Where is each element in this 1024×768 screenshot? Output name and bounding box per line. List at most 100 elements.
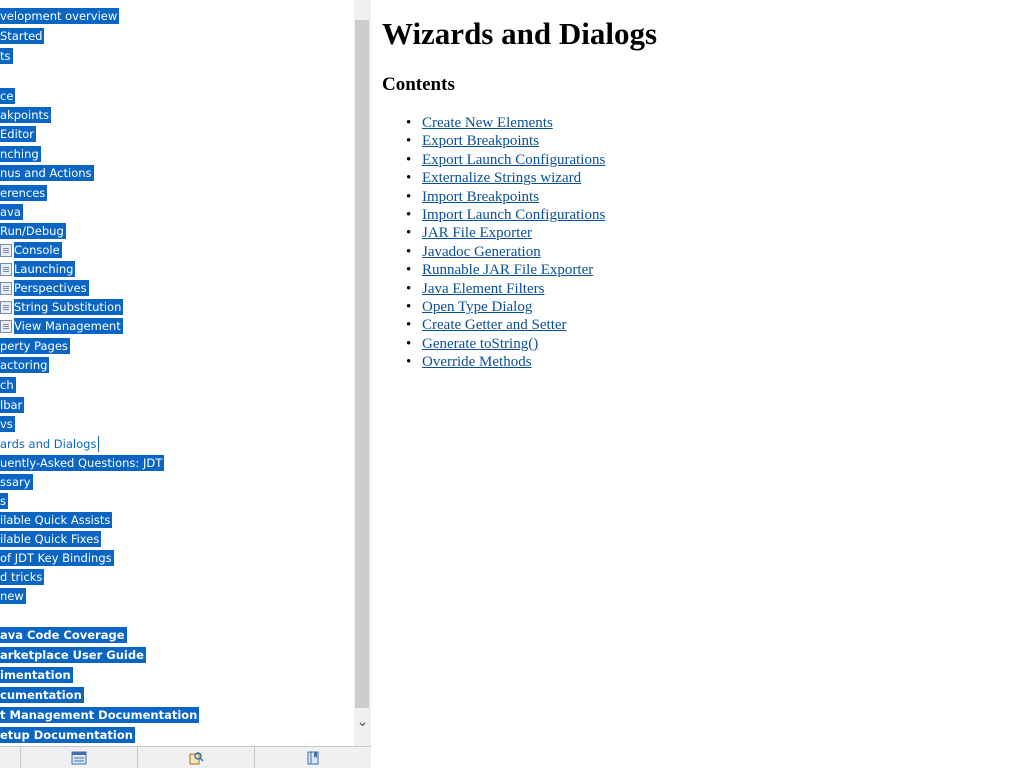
contents-link-list: Create New Elements Export Breakpoints Exp… <box>382 114 605 371</box>
nav-tree-item[interactable]: ts <box>0 48 13 64</box>
contents-list-item: Runnable JAR File Exporter <box>382 261 605 279</box>
topic-page-icon <box>0 300 12 314</box>
nav-tree-item-label: nching <box>0 146 41 162</box>
nav-tree-item[interactable]: ava Code Coverage <box>0 627 127 643</box>
nav-tree-item[interactable]: nching <box>0 146 41 162</box>
nav-tree-item-label: uently-Asked Questions: JDT <box>0 455 165 471</box>
nav-tree-item[interactable]: cumentation <box>0 687 84 703</box>
nav-tree-item[interactable]: Launching <box>0 261 76 277</box>
nav-tree-item[interactable]: etup Documentation <box>0 727 135 743</box>
nav-tree-item[interactable]: akpoints <box>0 107 52 123</box>
nav-tree-item-label: of JDT Key Bindings <box>0 550 114 566</box>
nav-tree-item-label: Editor <box>0 126 37 142</box>
contents-link[interactable]: Override Methods <box>422 354 532 370</box>
bookmarks-icon <box>307 751 319 764</box>
search-results-icon <box>189 751 204 764</box>
nav-tree-item-label: Perspectives <box>14 280 89 296</box>
nav-tree-item-label: erences <box>0 185 48 201</box>
contents-link[interactable]: Generate toString() <box>422 336 538 352</box>
contents-link[interactable]: Export Launch Configurations <box>422 152 605 168</box>
contents-list-item: Create Getter and Setter <box>382 316 605 334</box>
nav-tree-item[interactable]: Started <box>0 28 45 44</box>
contents-list-item: Import Breakpoints <box>382 188 605 206</box>
nav-scrollbar[interactable]: ⌄ <box>354 0 371 746</box>
nav-tree-item-label: ce <box>0 88 16 104</box>
contents-link[interactable]: Javadoc Generation <box>422 244 541 260</box>
nav-tree-item-label: t Management Documentation <box>0 707 200 723</box>
tab-bookmarks[interactable] <box>254 747 371 768</box>
nav-tree-item[interactable]: String Substitution <box>0 299 124 315</box>
nav-tree-item[interactable]: actoring <box>0 357 50 373</box>
contents-link[interactable]: Create New Elements <box>422 115 553 131</box>
nav-tree-item-label: nus and Actions <box>0 165 94 181</box>
nav-tree-item[interactable]: Editor <box>0 126 37 142</box>
contents-list-item: Create New Elements <box>382 114 605 132</box>
nav-tree-item[interactable]: ch <box>0 377 16 393</box>
contents-heading: Contents <box>382 74 455 95</box>
nav-tree-item-label: imentation <box>0 667 73 683</box>
topic-page-icon <box>0 243 12 257</box>
nav-tree-item[interactable]: Perspectives <box>0 280 89 296</box>
contents-list-item: Import Launch Configurations <box>382 206 605 224</box>
contents-list-item: Generate toString() <box>382 335 605 353</box>
scrollbar-thumb[interactable] <box>355 20 369 708</box>
nav-tree-item[interactable]: perty Pages <box>0 338 70 354</box>
nav-tree-item[interactable]: Run/Debug <box>0 223 66 239</box>
nav-tree-item-label: ts <box>0 48 13 64</box>
nav-tree-item-label: View Management <box>14 318 123 334</box>
nav-tree-item[interactable]: imentation <box>0 667 73 683</box>
nav-tree-item[interactable]: ava <box>0 204 23 220</box>
nav-tree-item[interactable]: of JDT Key Bindings <box>0 550 114 566</box>
nav-tree-item-label: String Substitution <box>14 299 124 315</box>
nav-tree-item[interactable]: ilable Quick Assists <box>0 512 113 528</box>
contents-link[interactable]: Export Breakpoints <box>422 133 539 149</box>
nav-tree-item-label: actoring <box>0 357 50 373</box>
nav-tree-item[interactable]: uently-Asked Questions: JDT <box>0 455 165 471</box>
nav-tree-item[interactable]: nus and Actions <box>0 165 94 181</box>
nav-tree-item[interactable]: d tricks <box>0 569 45 585</box>
nav-tree-item[interactable]: erences <box>0 185 48 201</box>
nav-tree-item[interactable]: velopment overview <box>0 8 120 24</box>
nav-tree-item-label: ards and Dialogs <box>0 436 100 452</box>
nav-tree-item[interactable]: arketplace User Guide <box>0 647 146 663</box>
nav-tree-item-label: ilable Quick Fixes <box>0 531 102 547</box>
help-content: Wizards and Dialogs Contents Create New … <box>371 0 1024 768</box>
nav-tree-item-label: cumentation <box>0 687 84 703</box>
nav-tree-item-label: Console <box>14 242 62 258</box>
nav-tree-item[interactable]: new <box>0 588 26 604</box>
nav-tree-item[interactable]: View Management <box>0 318 123 334</box>
topic-page-icon <box>0 281 12 295</box>
nav-tree-item-label: ch <box>0 377 16 393</box>
contents-link[interactable]: Open Type Dialog <box>422 299 532 315</box>
nav-tree-item-label: velopment overview <box>0 8 120 24</box>
nav-tree-item[interactable]: t Management Documentation <box>0 707 200 723</box>
tab-search-results[interactable] <box>137 747 254 768</box>
contents-link[interactable]: Import Launch Configurations <box>422 207 605 223</box>
contents-icon <box>71 751 87 764</box>
nav-tree-item-label: ava <box>0 204 23 220</box>
nav-tree-item[interactable]: ilable Quick Fixes <box>0 531 102 547</box>
contents-list-item: Javadoc Generation <box>382 243 605 261</box>
contents-link[interactable]: Import Breakpoints <box>422 189 539 205</box>
nav-tree-item[interactable]: Console <box>0 242 62 258</box>
nav-tree-item-label: s <box>0 493 8 509</box>
nav-tree-item[interactable]: s <box>0 493 8 509</box>
scroll-down-arrow-icon[interactable]: ⌄ <box>354 712 371 732</box>
nav-tree-item-label: ilable Quick Assists <box>0 512 113 528</box>
contents-link[interactable]: Java Element Filters <box>422 281 544 297</box>
contents-link[interactable]: Runnable JAR File Exporter <box>422 262 593 278</box>
nav-tree-item-label: new <box>0 588 26 604</box>
nav-tree-item[interactable]: ce <box>0 88 16 104</box>
nav-tree-item-label: perty Pages <box>0 338 70 354</box>
contents-list-item: JAR File Exporter <box>382 224 605 242</box>
contents-link[interactable]: JAR File Exporter <box>422 225 532 241</box>
nav-tree-item[interactable]: vs <box>0 416 15 432</box>
tab-contents[interactable] <box>20 747 137 768</box>
nav-tree-item[interactable]: ards and Dialogs <box>0 436 100 452</box>
topic-page-icon <box>0 262 12 276</box>
contents-link[interactable]: Externalize Strings wizard <box>422 170 581 186</box>
contents-list-item: Externalize Strings wizard <box>382 169 605 187</box>
contents-link[interactable]: Create Getter and Setter <box>422 317 567 333</box>
nav-tree-item[interactable]: ssary <box>0 474 33 490</box>
nav-tree-item[interactable]: lbar <box>0 397 25 413</box>
